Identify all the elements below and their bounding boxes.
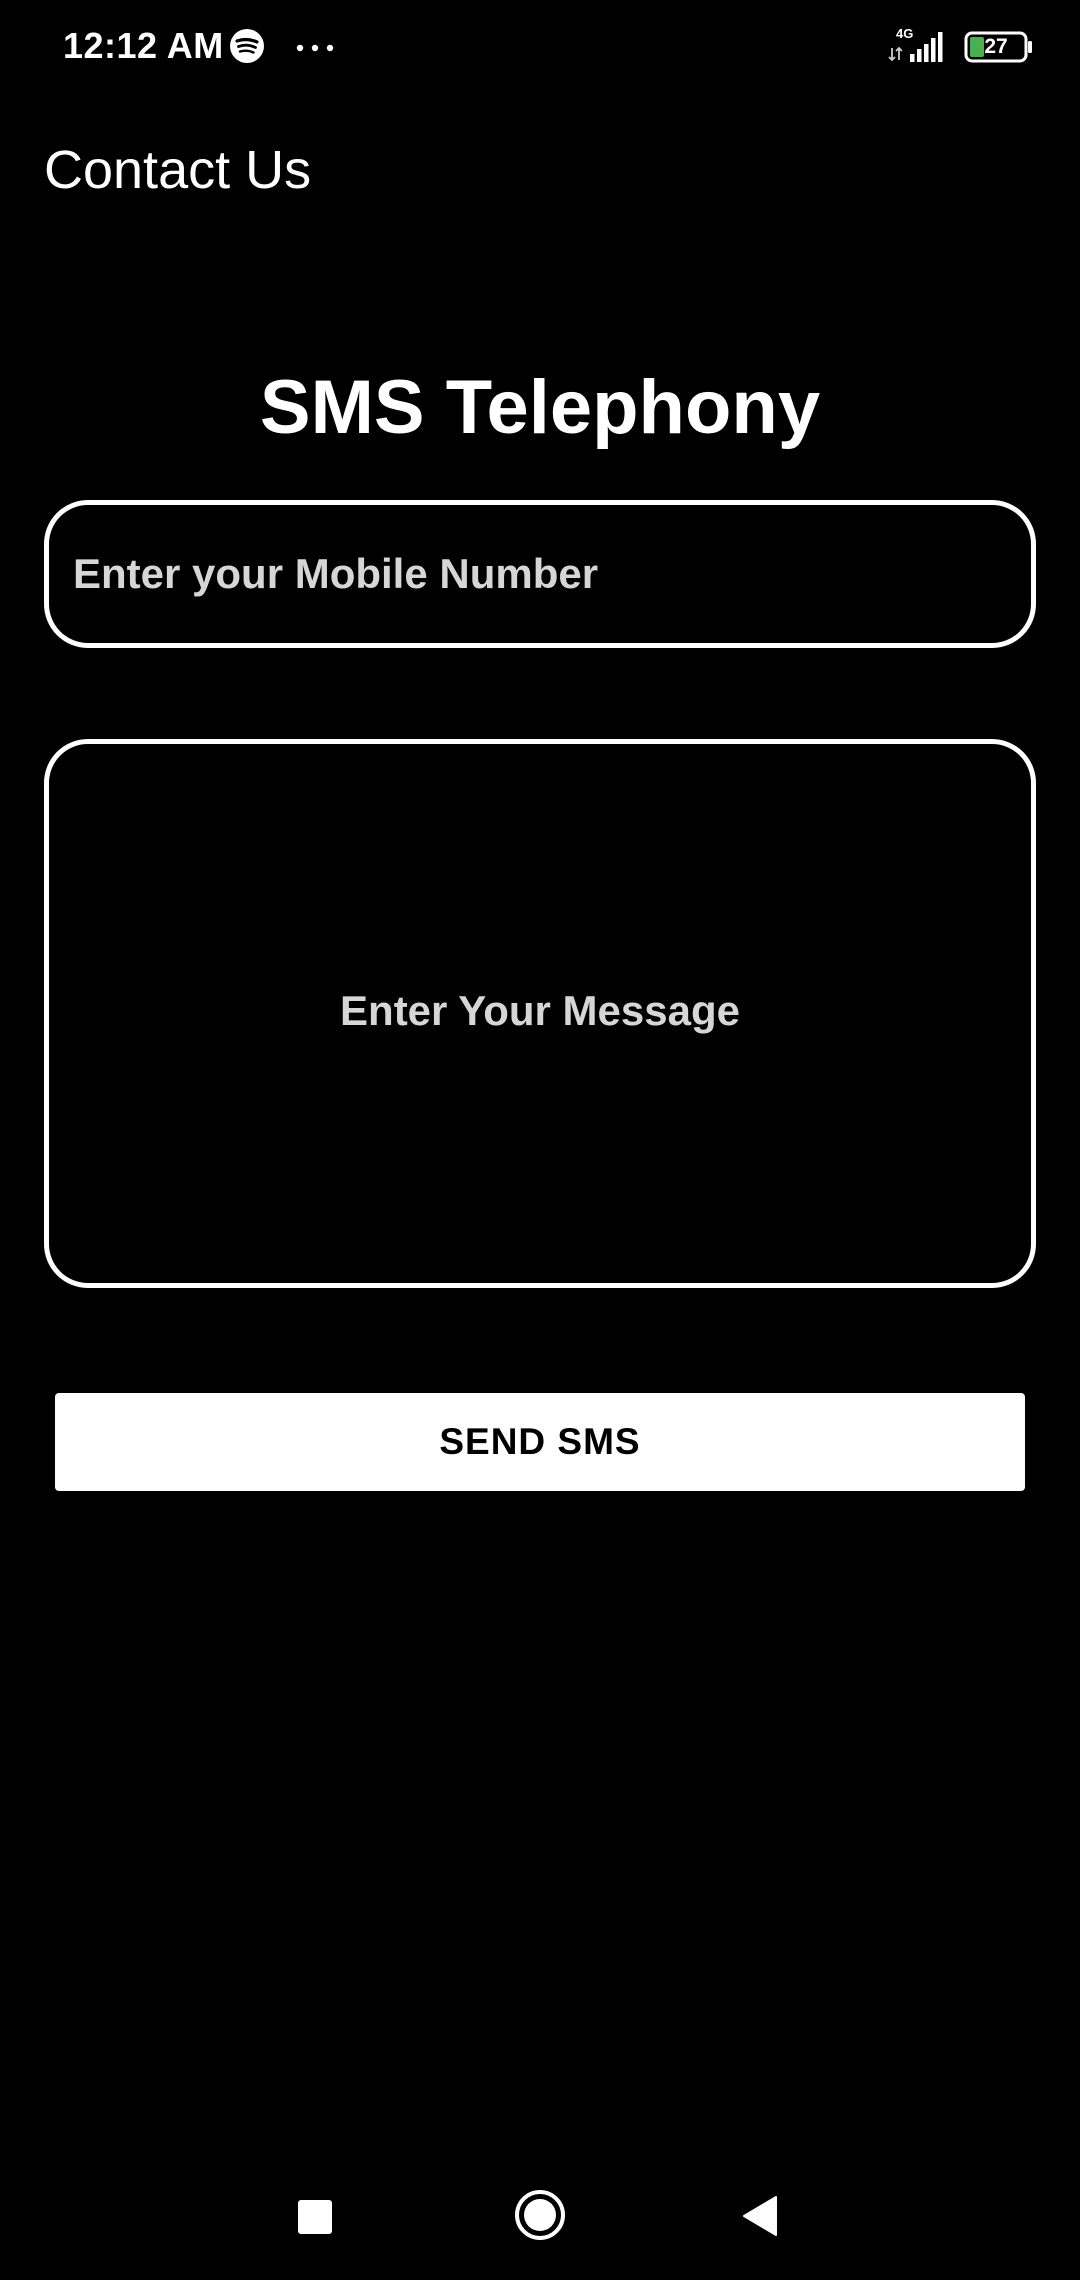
status-bar: 12:12 AM 4G 27 — [0, 0, 1080, 92]
page-heading: SMS Telephony — [259, 365, 821, 450]
recents-icon[interactable] — [298, 2200, 332, 2234]
navigation-bar — [0, 2160, 1080, 2280]
send-sms-button[interactable]: SEND SMS — [55, 1393, 1025, 1491]
spotify-icon — [230, 29, 264, 63]
message-field[interactable] — [44, 739, 1036, 1288]
home-icon[interactable] — [514, 2189, 566, 2241]
battery-level: 27 — [984, 35, 1008, 58]
mobile-number-field[interactable] — [44, 500, 1036, 648]
status-time: 12:12 AM — [63, 25, 224, 66]
app-title: Contact Us — [44, 140, 312, 200]
more-dots-icon — [296, 44, 334, 52]
mobile-number-input[interactable] — [73, 505, 1003, 643]
back-icon[interactable] — [742, 2195, 778, 2237]
message-input[interactable] — [69, 984, 1011, 1054]
network-type-label: 4G — [896, 26, 913, 41]
signal-icon: 4G — [888, 26, 943, 62]
